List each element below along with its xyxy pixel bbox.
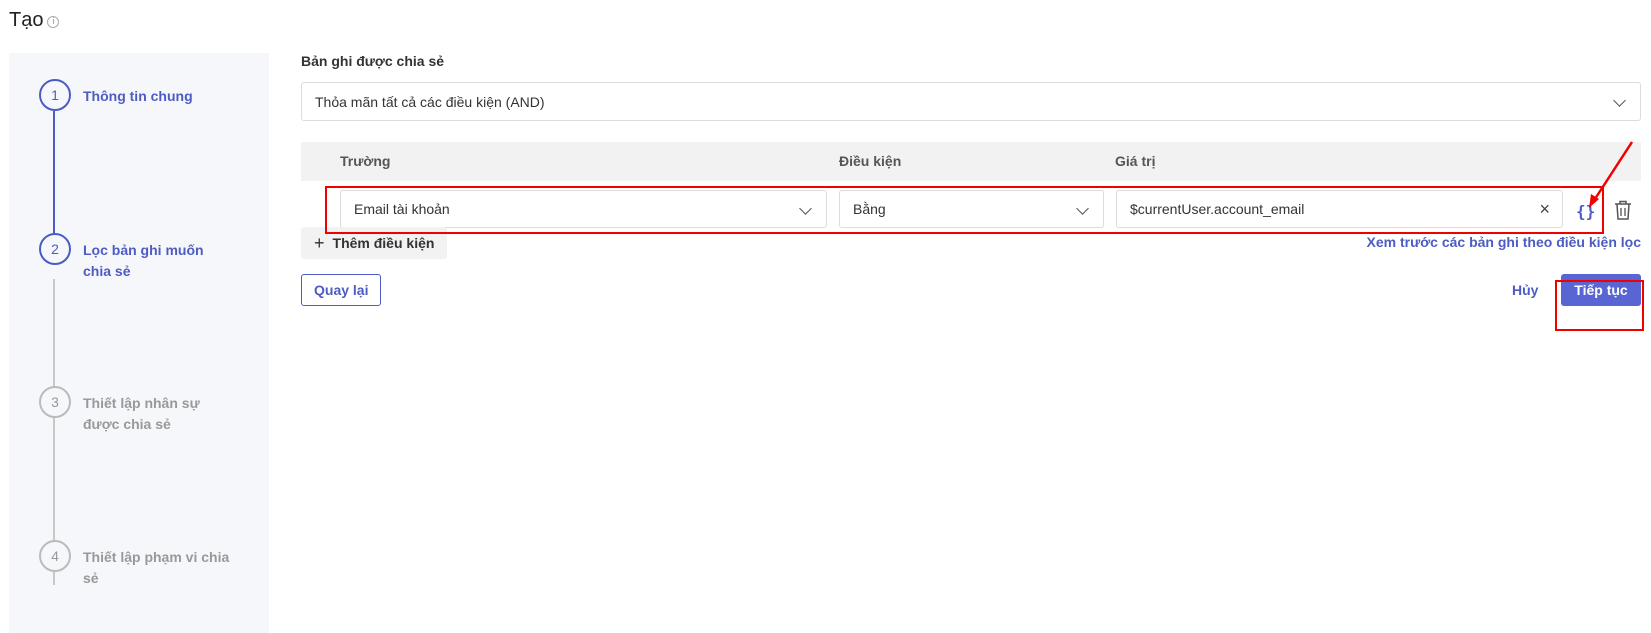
step-number: 1 (39, 79, 71, 111)
field-select-value: Email tài khoản (354, 201, 450, 217)
condition-table-header: Trường Điều kiện Giá trị (301, 142, 1641, 181)
plus-icon: + (314, 233, 325, 253)
back-button[interactable]: Quay lại (301, 274, 382, 306)
column-header-field: Trường (340, 153, 391, 169)
chevron-down-icon (799, 202, 812, 215)
step-number: 2 (39, 233, 71, 265)
page-title: Tạo i (9, 9, 60, 32)
add-condition-label: Thêm điều kiện (332, 235, 435, 251)
step-connector-active (53, 111, 55, 245)
condition-select-value: Bằng (853, 201, 886, 217)
step-4[interactable]: 4 Thiết lập phạm vi chia sẻ (39, 540, 233, 589)
annotation-arrow (1589, 141, 1634, 208)
step-label: Thiết lập nhân sự được chia sẻ (83, 395, 200, 432)
cancel-button[interactable]: Hủy (1512, 282, 1538, 298)
step-label: Lọc bản ghi muốn chia sẻ (83, 242, 204, 279)
value-input[interactable]: $currentUser.account_email × (1116, 190, 1563, 228)
step-1[interactable]: 1 Thông tin chung (39, 79, 233, 111)
logic-select[interactable]: Thỏa mãn tất cả các điều kiện (AND) (301, 82, 1641, 121)
condition-select[interactable]: Bằng (839, 190, 1104, 228)
step-2[interactable]: 2 Lọc bản ghi muốn chia sẻ (39, 233, 233, 282)
next-button[interactable]: Tiếp tục (1561, 274, 1641, 306)
step-number: 3 (39, 386, 71, 418)
step-label: Thiết lập phạm vi chia sẻ (83, 549, 230, 586)
logic-select-value: Thỏa mãn tất cả các điều kiện (AND) (315, 93, 545, 110)
page-title-text: Tạo (9, 9, 44, 31)
section-label: Bản ghi được chia sẻ (301, 53, 445, 69)
info-icon[interactable]: i (47, 16, 60, 28)
step-3[interactable]: 3 Thiết lập nhân sự được chia sẻ (39, 386, 233, 435)
condition-row: Email tài khoản Bằng $currentUser.accoun… (301, 181, 1641, 235)
add-condition-button[interactable]: + Thêm điều kiện (301, 227, 448, 259)
column-header-value: Giá trị (1115, 153, 1156, 169)
chevron-down-icon (1613, 94, 1626, 107)
column-header-condition: Điều kiện (839, 153, 902, 169)
close-icon[interactable]: × (1539, 200, 1550, 218)
stepper: 1 Thông tin chung 2 Lọc bản ghi muốn chi… (9, 53, 269, 633)
value-input-text: $currentUser.account_email (1130, 201, 1305, 217)
chevron-down-icon (1076, 202, 1089, 215)
field-select[interactable]: Email tài khoản (340, 190, 827, 228)
step-label: Thông tin chung (83, 88, 193, 104)
step-number: 4 (39, 540, 71, 572)
preview-records-link[interactable]: Xem trước các bản ghi theo điều kiện lọc (1367, 234, 1642, 250)
